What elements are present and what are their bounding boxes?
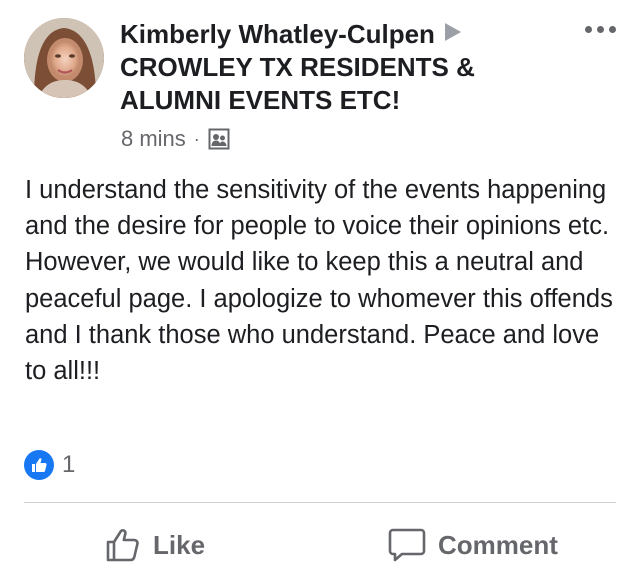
shared-to-arrow-icon (444, 23, 461, 41)
reaction-count: 1 (62, 451, 76, 478)
comment-button[interactable]: Comment (388, 520, 558, 570)
post-meta: 8 mins · (121, 125, 230, 153)
group-name-line-1[interactable]: CROWLEY TX RESIDENTS & (120, 51, 560, 84)
post-actions-bar: Like Comment (0, 520, 640, 570)
reactions-summary[interactable]: 1 (24, 450, 75, 480)
author-avatar[interactable] (24, 18, 104, 98)
post-card: Kimberly Whatley-Culpen CROWLEY TX RESID… (0, 0, 640, 579)
action-divider (24, 502, 616, 503)
thumbs-up-icon (105, 527, 141, 563)
post-timestamp[interactable]: 8 mins (121, 125, 186, 153)
like-reaction-icon (24, 450, 54, 480)
comment-bubble-icon (388, 527, 426, 563)
avatar-photo-icon (24, 18, 104, 98)
like-label: Like (153, 529, 206, 560)
post-body-text: I understand the sensitivity of the even… (25, 176, 613, 386)
members-icon[interactable] (208, 128, 230, 150)
author-name[interactable]: Kimberly Whatley-Culpen (120, 19, 435, 49)
post-header: Kimberly Whatley-Culpen CROWLEY TX RESID… (120, 18, 560, 117)
like-button[interactable]: Like (105, 520, 205, 570)
meta-separator: · (193, 129, 200, 149)
more-options-icon[interactable] (585, 26, 616, 33)
group-name-line-2[interactable]: ALUMNI EVENTS ETC! (120, 84, 560, 117)
comment-label: Comment (438, 529, 558, 560)
